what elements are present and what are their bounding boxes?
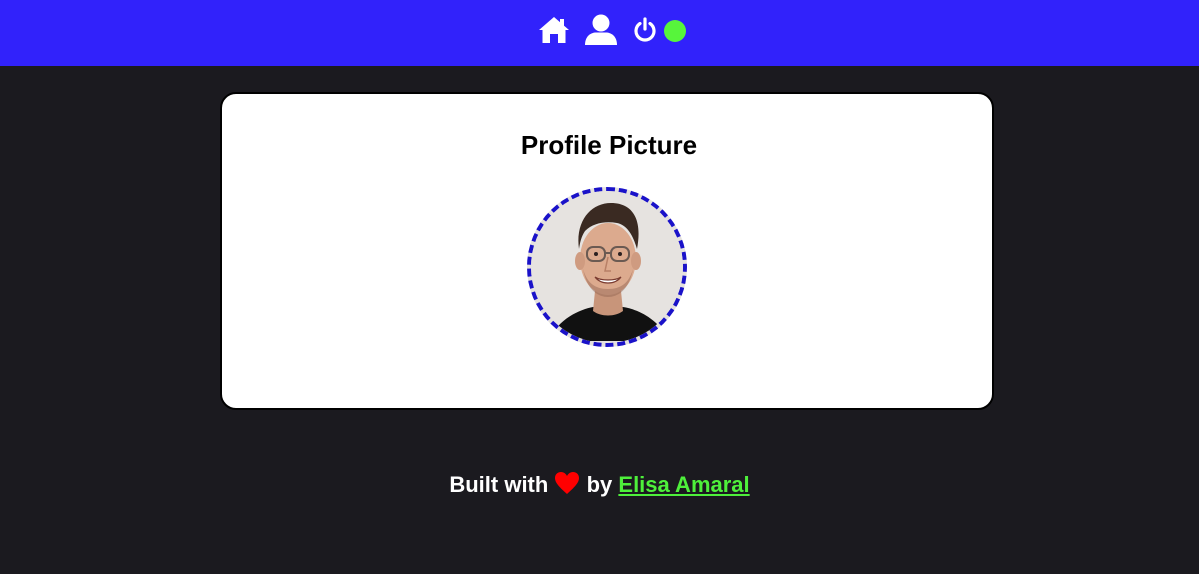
footer-prefix: Built with xyxy=(449,472,549,497)
home-icon[interactable] xyxy=(538,16,570,44)
power-icon[interactable] xyxy=(632,16,658,44)
footer-by: by xyxy=(586,472,613,497)
avatar xyxy=(527,187,687,347)
page-title: Profile Picture xyxy=(520,130,698,160)
avatar-photo xyxy=(531,191,683,343)
footer: Built with by Elisa Amaral xyxy=(0,470,1199,500)
heart-icon xyxy=(555,472,580,494)
author-link[interactable]: Elisa Amaral xyxy=(618,472,749,497)
online-status-indicator xyxy=(664,20,686,42)
user-icon[interactable] xyxy=(584,14,618,46)
profile-card: Profile Picture xyxy=(220,92,994,410)
top-navigation-bar xyxy=(0,0,1199,66)
